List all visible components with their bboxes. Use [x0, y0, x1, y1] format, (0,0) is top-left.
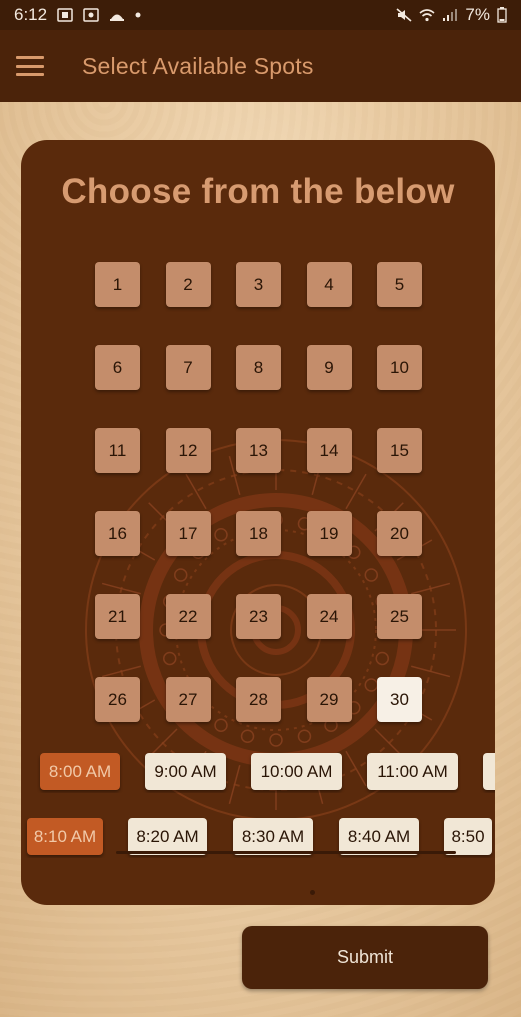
- spot-button[interactable]: 30: [377, 677, 422, 722]
- spot-button[interactable]: 26: [95, 677, 140, 722]
- page-indicator-dot: [310, 890, 315, 895]
- spot-button[interactable]: 1: [95, 262, 140, 307]
- time-slot-button[interactable]: 8:00 AM: [40, 753, 120, 790]
- spot-button[interactable]: 15: [377, 428, 422, 473]
- spot-button[interactable]: 6: [95, 345, 140, 390]
- screenshot-icon: [57, 8, 73, 22]
- spot-button[interactable]: 8: [236, 345, 281, 390]
- spot-button[interactable]: 13: [236, 428, 281, 473]
- battery-percent: 7%: [465, 5, 490, 24]
- time-slot-row-1[interactable]: 8:00 AM 9:00 AM 10:00 AM 11:00 AM: [21, 753, 495, 793]
- spot-button[interactable]: 10: [377, 345, 422, 390]
- time-slot-button[interactable]: 10:00 AM: [251, 753, 342, 790]
- spot-button[interactable]: 27: [165, 677, 211, 722]
- status-left: 6:12: [14, 5, 141, 25]
- card-heading: Choose from the below: [61, 172, 455, 211]
- spot-button[interactable]: 17: [165, 511, 211, 556]
- spot-button[interactable]: 14: [306, 428, 352, 473]
- spot-grid: 1 2 3 4 5 6 7 8 9 10 11 12 13 14 15 16 17 18 19 20 21 22 23 24 2…: [95, 262, 425, 722]
- signal-icon: [443, 9, 458, 21]
- spot-button[interactable]: 21: [95, 594, 140, 639]
- screen-record-icon: [83, 8, 99, 22]
- spot-button[interactable]: 19: [306, 511, 352, 556]
- spot-button[interactable]: 9: [306, 345, 352, 390]
- spot-button[interactable]: 3: [236, 262, 281, 307]
- time-slot-button[interactable]: 8:50: [444, 818, 492, 855]
- time-slot-button[interactable]: 11:00 AM: [367, 753, 458, 790]
- app-title: Select Available Spots: [82, 52, 314, 79]
- spot-button[interactable]: 2: [165, 262, 211, 307]
- mute-icon: [396, 8, 412, 22]
- time-slot-button[interactable]: [483, 753, 495, 790]
- status-time: 6:12: [14, 5, 48, 24]
- battery-icon: [497, 7, 507, 23]
- time-slot-button[interactable]: 8:30 AM: [233, 818, 313, 855]
- spot-button[interactable]: 29: [306, 677, 352, 722]
- wifi-icon: [419, 9, 435, 22]
- weather-icon: [110, 14, 125, 21]
- spot-button[interactable]: 4: [306, 262, 352, 307]
- spot-button[interactable]: 24: [306, 594, 352, 639]
- app-bar: Select Available Spots: [0, 30, 521, 102]
- spot-button[interactable]: 25: [377, 594, 422, 639]
- time-slot-button[interactable]: 8:40 AM: [339, 818, 419, 855]
- spot-selection-card: Choose from the below 1 2 3 4 5 6 7 8 9 10 11 12 13 1…: [21, 140, 495, 905]
- time-slot-button[interactable]: 9:00 AM: [145, 753, 226, 790]
- status-right: 7%: [396, 5, 507, 25]
- spot-button[interactable]: 7: [165, 345, 211, 390]
- spot-button[interactable]: 12: [165, 428, 211, 473]
- spot-button[interactable]: 28: [236, 677, 281, 722]
- spot-button[interactable]: 23: [236, 594, 281, 639]
- hamburger-menu-icon[interactable]: [16, 56, 44, 76]
- submit-button[interactable]: Submit: [242, 926, 488, 989]
- horizontal-scrollbar[interactable]: [116, 851, 456, 854]
- notification-dot-icon: [135, 12, 141, 18]
- spot-button[interactable]: 22: [165, 594, 211, 639]
- spot-button[interactable]: 5: [377, 262, 422, 307]
- time-slot-button[interactable]: 8:10 AM: [27, 818, 103, 855]
- time-slot-button[interactable]: 8:20 AM: [128, 818, 207, 855]
- spot-button[interactable]: 20: [377, 511, 422, 556]
- spot-button[interactable]: 18: [236, 511, 281, 556]
- spot-button[interactable]: 16: [95, 511, 140, 556]
- status-bar: 6:12 7%: [0, 0, 521, 30]
- spot-button[interactable]: 11: [95, 428, 140, 473]
